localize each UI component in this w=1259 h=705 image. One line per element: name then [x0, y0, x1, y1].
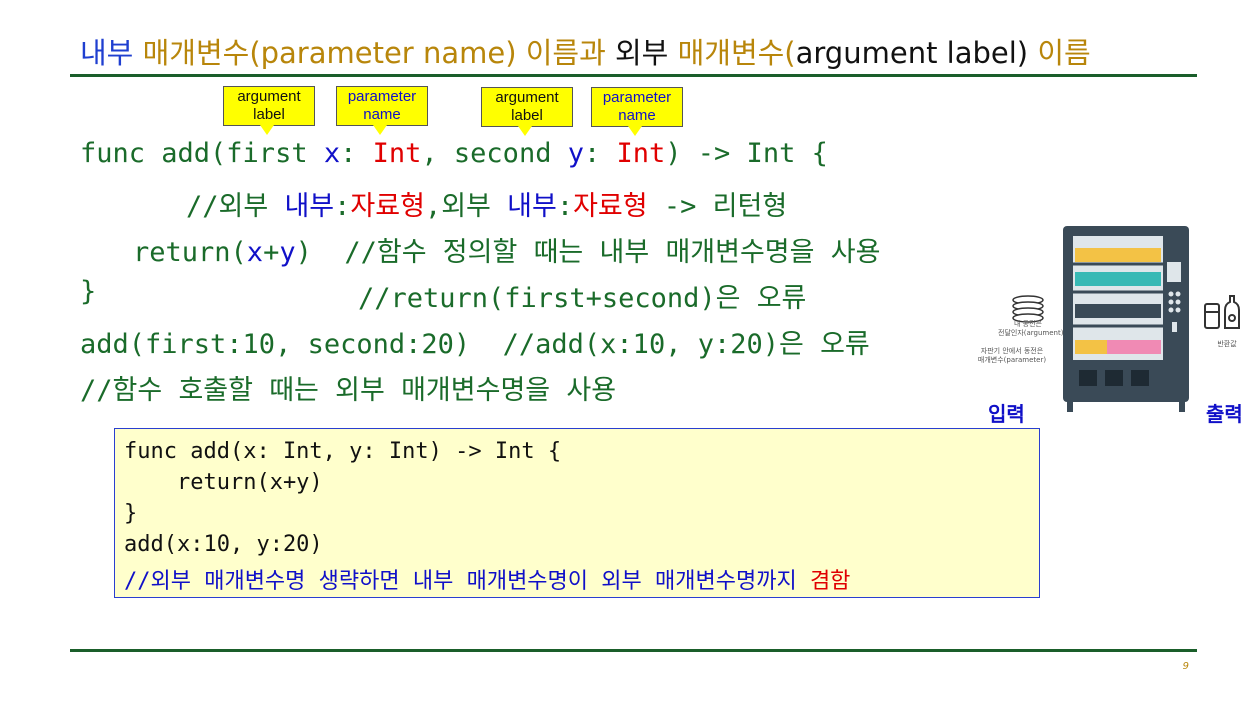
box-comment-line: //외부 매개변수명 생략하면 내부 매개변수명이 외부 매개변수명까지 겸함: [124, 569, 851, 594]
code-line-5: add(first:10, second:20) //add(x:10, y:2…: [80, 329, 870, 360]
coin-stack-icon: [1012, 295, 1044, 323]
vending-machine-icon: [1063, 226, 1189, 412]
callout-parameter-name: parameter name: [336, 86, 428, 135]
footer-divider: [70, 649, 1197, 652]
box-code-line: func add(x: Int, y: Int) -> Int {: [124, 439, 562, 464]
callout-argument-label: argument label: [223, 86, 315, 135]
drinks-icon: [1204, 295, 1240, 329]
input-label: 입력: [988, 402, 1025, 426]
coin-caption-2: 자판기 안에서 동전은 매개변수(parameter): [977, 347, 1047, 364]
box-code-line: return(x+y): [124, 470, 323, 495]
code-line-4: }: [80, 276, 97, 307]
title-divider: [70, 74, 1197, 77]
code-line-2: //외부 내부:자료형,외부 내부:자료형 -> 리턴형: [186, 191, 788, 222]
callout-argument-label: argument label: [481, 87, 573, 136]
code-line-6: //함수 호출할 때는 외부 매개변수명을 사용: [80, 375, 617, 406]
code-line-4-comment: //return(first+second)은 오류: [358, 283, 807, 314]
box-code-line: }: [124, 501, 138, 526]
example-code-box: func add(x: Int, y: Int) -> Int { return…: [114, 428, 1040, 598]
slide-title: 내부 매개변수(parameter name) 이름과 외부 매개변수(argu…: [80, 36, 1091, 70]
code-line-1: func add(first x: Int, second y: Int) ->…: [80, 138, 828, 169]
page-number: 9: [1182, 661, 1189, 672]
output-label: 출력: [1206, 402, 1243, 426]
coin-caption: 내 동전은 전달인자(argument): [998, 320, 1064, 337]
return-caption: 반환값: [1217, 340, 1237, 348]
box-code-line: add(x:10, y:20): [124, 532, 323, 557]
code-line-3: return(x+y) //함수 정의할 때는 내부 매개변수명을 사용: [133, 237, 881, 268]
callout-parameter-name: parameter name: [591, 87, 683, 136]
